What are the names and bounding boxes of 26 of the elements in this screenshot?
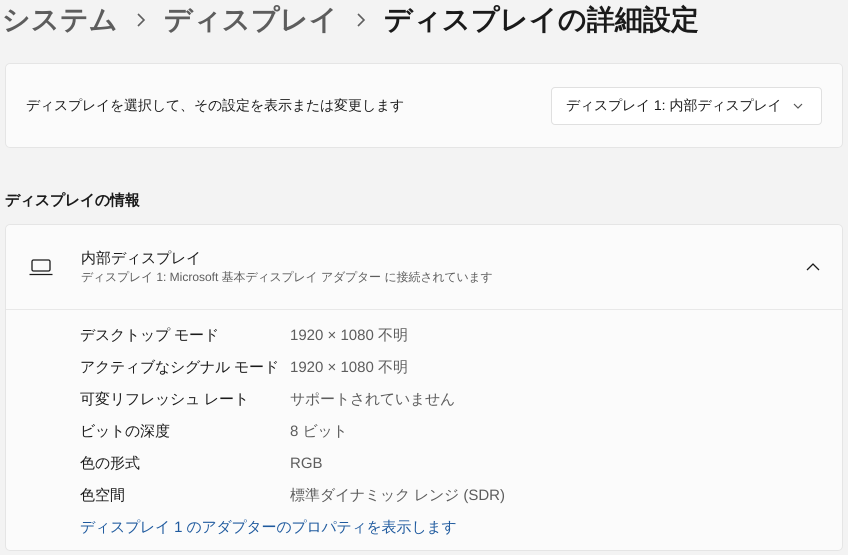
section-title: ディスプレイの情報 [5, 191, 141, 211]
breadcrumb-item[interactable]: システム [2, 0, 118, 40]
adapter-properties-link[interactable]: ディスプレイ 1 のアダプターのプロパティを表示します [80, 516, 457, 540]
info-value: サポートされていません [290, 390, 455, 410]
chevron-down-icon [793, 102, 803, 108]
expander-header[interactable]: 内部ディスプレイ ディスプレイ 1: Microsoft 基本ディスプレイ アダプター に接続されています [6, 225, 842, 310]
info-value: 1920 × 1080 不明 [290, 358, 408, 378]
breadcrumb-item: ディスプレイの詳細設定 [384, 3, 699, 37]
info-value: 8 ビット [290, 422, 348, 442]
info-label: 可変リフレッシュ レート [80, 390, 250, 410]
info-label: 色の形式 [80, 454, 141, 474]
breadcrumb-item[interactable]: ディスプレイ [164, 0, 338, 40]
info-label: ビットの深度 [80, 422, 171, 442]
display-dropdown[interactable]: ディスプレイ 1: 内部ディスプレイ [551, 86, 822, 124]
chevron-right-icon [136, 13, 146, 27]
expander-title: 内部ディスプレイ [81, 249, 201, 269]
info-label: デスクトップ モード [80, 326, 220, 346]
info-value: RGB [290, 454, 323, 474]
chevron-right-icon [356, 13, 366, 27]
expander-subtitle: ディスプレイ 1: Microsoft 基本ディスプレイ アダプター に接続されています [81, 269, 492, 285]
info-label: アクティブなシグナル モード [80, 358, 280, 378]
info-value: 標準ダイナミック レンジ (SDR) [290, 486, 505, 506]
info-value: 1920 × 1080 不明 [290, 326, 408, 346]
setting-label: ディスプレイを選択して、その設定を表示または変更します [26, 96, 404, 115]
info-label: 色空間 [80, 486, 126, 506]
laptop-icon [29, 258, 53, 276]
